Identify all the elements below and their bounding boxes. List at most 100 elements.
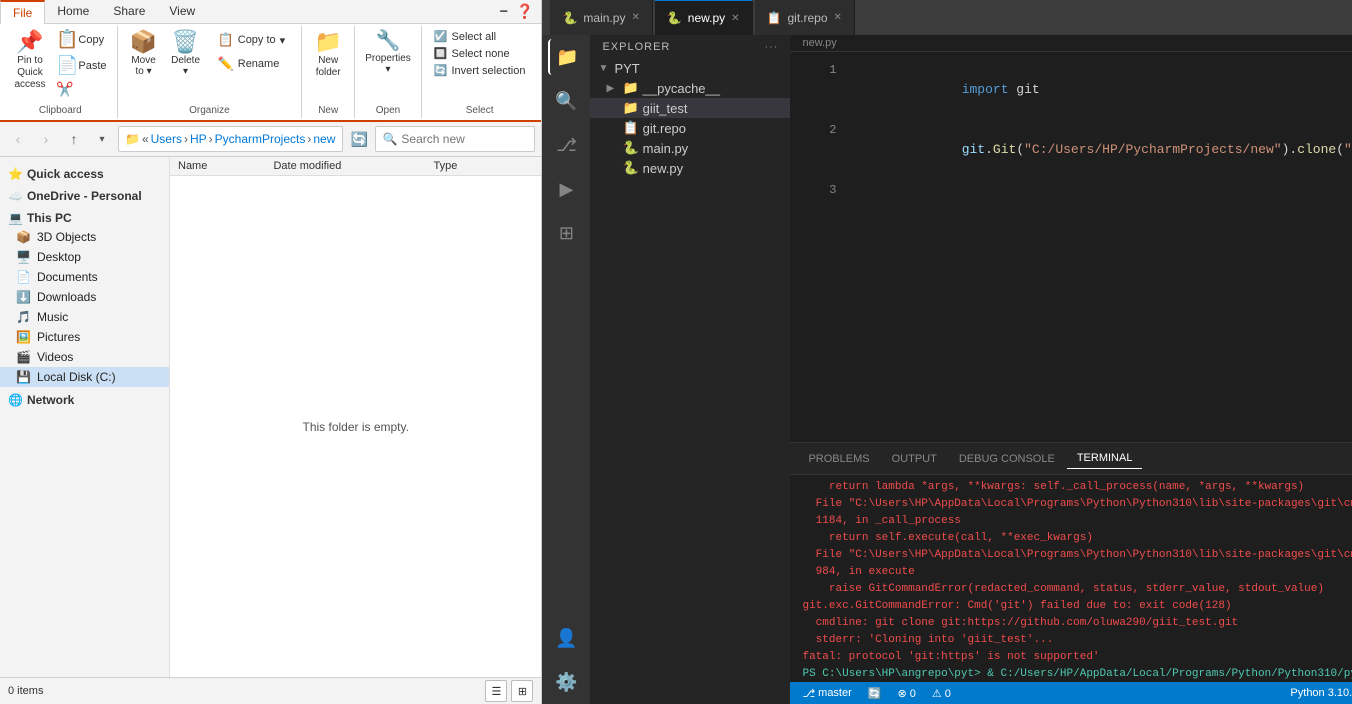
warnings-badge[interactable]: ⚠ 0 <box>928 687 955 700</box>
refresh-button[interactable]: 🔄 <box>347 127 371 151</box>
terminal-line: fatal: protocol 'git:https' is not suppo… <box>802 649 1352 666</box>
rename-button[interactable]: ✏️ Rename <box>212 54 292 74</box>
breadcrumb-new-py[interactable]: new.py <box>802 37 836 49</box>
extensions-activity[interactable]: ⊞ <box>548 215 584 251</box>
tree-giit-test[interactable]: 📁 giit_test <box>590 98 790 118</box>
ribbon-minimize[interactable]: 🗕 <box>496 1 513 22</box>
tab-home[interactable]: Home <box>45 0 101 23</box>
select-all-button[interactable]: ☑️ Select all <box>428 28 532 45</box>
documents-icon: 📄 <box>16 270 31 284</box>
properties-button[interactable]: 🔧 Properties ▾ <box>361 28 415 78</box>
tab-main-py[interactable]: 🐍 main.py ✕ <box>550 0 652 35</box>
copy-button[interactable]: 📋 Copy <box>52 28 111 52</box>
help-icon[interactable]: ❓ <box>512 3 537 20</box>
col-name[interactable]: Name <box>178 160 273 172</box>
network-header[interactable]: 🌐 Network <box>0 387 169 409</box>
new-folder-button[interactable]: 📁 Newfolder <box>308 28 348 82</box>
invert-selection-button[interactable]: 🔄 Invert selection <box>428 62 532 79</box>
address-bar: ‹ › ↑ ▾ 📁 « Users › HP › PycharmProjects… <box>0 122 541 157</box>
move-to-button[interactable]: 📦 Move to ▾ <box>124 28 164 80</box>
terminal-line: cmdline: git clone git:https://github.co… <box>802 615 1352 632</box>
select-group: ☑️ Select all 🔲 Select none 🔄 Invert sel… <box>422 26 538 118</box>
details-view-button[interactable]: ☰ <box>485 680 507 702</box>
tab-git-repo[interactable]: 📋 git.repo ✕ <box>755 0 855 35</box>
col-date[interactable]: Date modified <box>273 160 433 172</box>
git-file-icon: 📋 <box>622 120 638 136</box>
tree-new-py[interactable]: 🐍 new.py <box>590 158 790 178</box>
git-branch[interactable]: ⎇ master <box>798 687 855 700</box>
code-editor[interactable]: 1 import git 2 git.Git("C:/Users/HP/Pych… <box>790 52 1352 442</box>
root-arrow: ▼ <box>598 63 610 74</box>
search-input[interactable] <box>401 132 528 146</box>
tab-terminal[interactable]: TERMINAL <box>1067 448 1143 469</box>
sidebar-item-videos[interactable]: 🎬 Videos <box>0 347 169 367</box>
copy-to-button[interactable]: 📋 Copy to ▾ <box>212 30 292 50</box>
python-version[interactable]: Python 3.10.6 64-bit <box>1286 687 1352 699</box>
settings-activity[interactable]: ⚙️ <box>548 664 584 700</box>
ribbon-tabs: File Home Share View 🗕 ❓ <box>0 0 541 24</box>
code-line-3: 3 <box>790 180 1352 200</box>
open-label: Open <box>355 105 421 116</box>
account-activity[interactable]: 👤 <box>548 620 584 656</box>
explorer-activity[interactable]: 📁 <box>548 39 584 75</box>
pin-to-quick-access-button[interactable]: 📌 Pin to Quickaccess <box>10 28 50 94</box>
close-main-py[interactable]: ✕ <box>631 12 639 23</box>
select-none-button[interactable]: 🔲 Select none <box>428 45 532 62</box>
errors-badge[interactable]: ⊗ 0 <box>893 687 919 700</box>
recent-button[interactable]: ▾ <box>90 127 114 151</box>
terminal-panel: PROBLEMS OUTPUT DEBUG CONSOLE TERMINAL 2… <box>790 442 1352 682</box>
onedrive-header[interactable]: ☁️ OneDrive - Personal <box>0 183 169 205</box>
col-type[interactable]: Type <box>433 160 533 172</box>
git-repo-icon: 📋 <box>767 11 782 25</box>
terminal-line: stderr: 'Cloning into 'giit_test'... <box>802 632 1352 649</box>
cut-button[interactable]: ✂️ <box>52 80 111 100</box>
address-path[interactable]: 📁 « Users › HP › PycharmProjects › new <box>118 126 343 152</box>
tab-view[interactable]: View <box>157 0 207 23</box>
paste-button[interactable]: 📄 Paste <box>52 54 111 78</box>
videos-icon: 🎬 <box>16 350 31 364</box>
clipboard-buttons: 📌 Pin to Quickaccess 📋 Copy 📄 Paste <box>10 28 111 116</box>
sidebar-item-pictures[interactable]: 🖼️ Pictures <box>0 327 169 347</box>
file-list-header: Name Date modified Type <box>170 157 541 176</box>
tab-new-py[interactable]: 🐍 new.py ✕ <box>655 0 753 35</box>
back-button[interactable]: ‹ <box>6 127 30 151</box>
run-activity[interactable]: ▶ <box>548 171 584 207</box>
tab-output[interactable]: OUTPUT <box>882 449 947 469</box>
explorer-more-button[interactable]: ··· <box>764 41 778 53</box>
terminal-line: git.exc.GitCommandError: Cmd('git') fail… <box>802 598 1352 615</box>
tree-main-py[interactable]: 🐍 main.py <box>590 138 790 158</box>
tree-git-repo[interactable]: 📋 git.repo <box>590 118 790 138</box>
quick-access-header[interactable]: ⭐ Quick access <box>0 161 169 183</box>
sidebar-item-desktop[interactable]: 🖥️ Desktop <box>0 247 169 267</box>
organize-group: 📦 Move to ▾ 🗑️ Delete ▾ 📋 Copy to ▾ <box>118 26 303 118</box>
sidebar-item-documents[interactable]: 📄 Documents <box>0 267 169 287</box>
tab-problems[interactable]: PROBLEMS <box>798 449 879 469</box>
large-icons-view-button[interactable]: ⊞ <box>511 680 533 702</box>
tab-file[interactable]: File <box>0 0 45 24</box>
invert-icon: 🔄 <box>434 64 448 77</box>
search-box[interactable]: 🔍 <box>375 126 535 152</box>
editor-area: new.py 1 import git 2 git.Git("C:/Users/… <box>790 35 1352 704</box>
main-py-icon: 🐍 <box>562 11 577 25</box>
git-activity[interactable]: ⎇ <box>548 127 584 163</box>
delete-button[interactable]: 🗑️ Delete ▾ <box>166 28 206 80</box>
py-icon: 🐍 <box>622 160 638 176</box>
sidebar-item-local-disk[interactable]: 💾 Local Disk (C:) <box>0 367 169 387</box>
close-new-py[interactable]: ✕ <box>731 13 739 24</box>
onedrive-icon: ☁️ <box>8 189 23 203</box>
sync-icon[interactable]: 🔄 <box>864 687 886 700</box>
search-activity[interactable]: 🔍 <box>548 83 584 119</box>
this-pc-header[interactable]: 💻 This PC <box>0 205 169 227</box>
sidebar-item-3d-objects[interactable]: 📦 3D Objects <box>0 227 169 247</box>
tree-root[interactable]: ▼ PYT <box>590 59 790 78</box>
terminal-body[interactable]: return lambda *args, **kwargs: self._cal… <box>790 475 1352 682</box>
close-git-repo[interactable]: ✕ <box>834 12 842 23</box>
tree-pycache[interactable]: ▶ 📁 __pycache__ <box>590 78 790 98</box>
sidebar-item-music[interactable]: 🎵 Music <box>0 307 169 327</box>
sidebar-item-downloads[interactable]: ⬇️ Downloads <box>0 287 169 307</box>
forward-button[interactable]: › <box>34 127 58 151</box>
up-button[interactable]: ↑ <box>62 127 86 151</box>
tab-share[interactable]: Share <box>101 0 157 23</box>
terminal-line: PS C:\Users\HP\angrepo\pyt> & C:/Users/H… <box>802 666 1352 682</box>
tab-debug-console[interactable]: DEBUG CONSOLE <box>949 449 1065 469</box>
